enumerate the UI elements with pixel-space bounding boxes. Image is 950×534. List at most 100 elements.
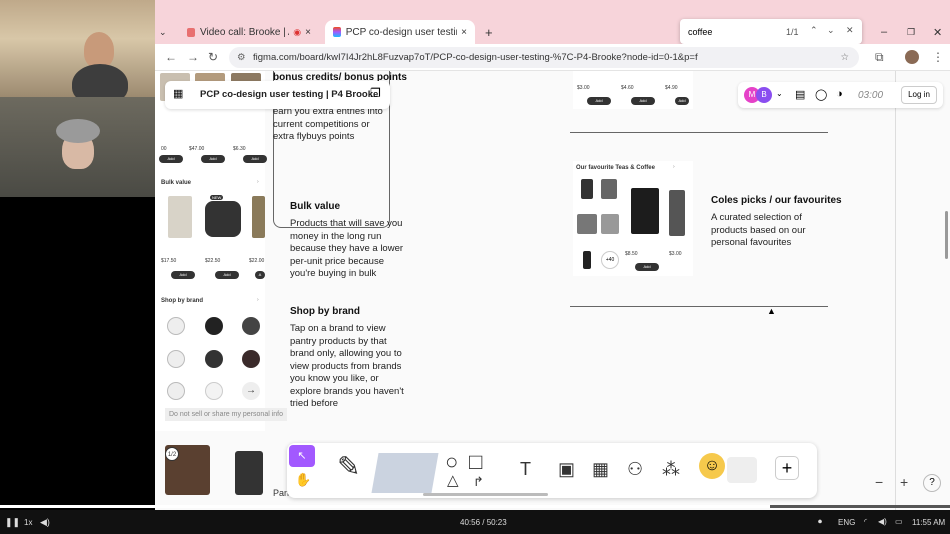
emoji-widget-icon[interactable]: ☺ bbox=[699, 453, 725, 479]
text-tool-icon[interactable]: T bbox=[520, 460, 531, 478]
arrow-right-icon[interactable]: → bbox=[242, 382, 260, 400]
brand-logo[interactable] bbox=[205, 382, 223, 400]
add-button[interactable]: Add bbox=[243, 155, 267, 163]
price: $22.00 bbox=[249, 258, 265, 264]
more-tools-icon[interactable]: ⁂ bbox=[662, 460, 680, 478]
comment-icon[interactable]: ◯ bbox=[815, 88, 827, 101]
table-tool-icon[interactable]: ▦ bbox=[592, 460, 609, 478]
pages-icon[interactable]: ❐ bbox=[370, 86, 381, 100]
forward-icon[interactable]: → bbox=[187, 51, 199, 63]
close-tab-icon[interactable]: × bbox=[305, 27, 311, 38]
add-icon[interactable]: + bbox=[775, 456, 799, 480]
new-tab-button[interactable]: + bbox=[477, 20, 501, 44]
zoom-out-icon[interactable]: − bbox=[875, 474, 883, 490]
brand-logo[interactable] bbox=[205, 350, 223, 368]
brand-logo[interactable] bbox=[167, 382, 185, 400]
stamp-tool-icon[interactable]: ⚇ bbox=[627, 460, 643, 478]
select-tool-icon[interactable]: ↖ bbox=[289, 445, 315, 467]
help-icon[interactable]: ? bbox=[923, 474, 941, 492]
address-bar[interactable]: ⚙ figma.com/board/kwI7I4Jr2hL8Fuzvap7oT/… bbox=[229, 47, 859, 68]
brand-logo[interactable] bbox=[167, 350, 185, 368]
section-tool-icon[interactable]: ▣ bbox=[558, 460, 575, 478]
shape-circle-icon[interactable]: ○ bbox=[445, 451, 458, 473]
tab-label: Video call: Brooke | Askable bbox=[200, 26, 289, 38]
hand-tool-icon[interactable]: ✋ bbox=[295, 473, 311, 486]
find-input[interactable]: coffee bbox=[688, 27, 712, 37]
canvas-scrollbar[interactable] bbox=[945, 211, 948, 259]
timer-icon[interactable]: ◑ bbox=[836, 88, 843, 100]
privacy-note[interactable]: Do not sell or share my personal info bbox=[165, 408, 287, 421]
login-button[interactable]: Log in bbox=[901, 86, 937, 104]
product-image bbox=[583, 251, 591, 269]
add-button[interactable]: Add bbox=[215, 271, 239, 279]
find-next-icon[interactable]: ⌄ bbox=[827, 25, 835, 36]
zoom-in-icon[interactable]: + bbox=[900, 474, 908, 490]
close-tab-icon[interactable]: × bbox=[461, 27, 467, 38]
figma-canvas[interactable]: 00 $47.00 $6.30 Add Add Add Bulk value ›… bbox=[155, 71, 950, 510]
add-button[interactable]: Add bbox=[675, 97, 689, 105]
add-button[interactable]: Add bbox=[587, 97, 611, 105]
section-body: A curated selection of products based on… bbox=[711, 212, 806, 248]
back-icon[interactable]: ← bbox=[165, 51, 177, 63]
recording-icon: ◉ bbox=[293, 26, 302, 37]
add-button[interactable]: Add bbox=[159, 155, 183, 163]
shape-triangle-icon[interactable]: △ bbox=[447, 473, 459, 488]
more-products-badge[interactable]: +40 bbox=[601, 251, 619, 269]
profile-avatar[interactable] bbox=[905, 50, 919, 64]
zoom-badge: 1/2 bbox=[165, 447, 179, 461]
speed-button[interactable]: 1x bbox=[24, 518, 32, 527]
product-image bbox=[168, 196, 192, 238]
brand-logo[interactable] bbox=[167, 317, 185, 335]
battery-icon: ▭ bbox=[895, 517, 903, 526]
brand-logo[interactable] bbox=[242, 350, 260, 368]
find-previous-icon[interactable]: ⌃ bbox=[810, 25, 818, 36]
minimize-icon[interactable]: – bbox=[873, 20, 895, 44]
horizontal-scrollbar[interactable] bbox=[423, 493, 548, 496]
add-button[interactable]: Add bbox=[171, 271, 195, 279]
divider bbox=[570, 132, 828, 133]
menu-icon[interactable]: ⋮ bbox=[932, 51, 944, 63]
add-button[interactable]: Add bbox=[631, 97, 655, 105]
reload-icon[interactable]: ↻ bbox=[208, 51, 218, 63]
shape-square-icon[interactable]: □ bbox=[469, 451, 482, 473]
tab-search-icon[interactable]: ⌄ bbox=[159, 20, 173, 44]
file-title[interactable]: PCP co-design user testing | P4 Brooke bbox=[200, 89, 378, 100]
chevron-down-icon[interactable]: ⌄ bbox=[776, 89, 783, 98]
chevron-right-icon[interactable]: › bbox=[257, 179, 259, 185]
timer[interactable]: 03:00 bbox=[858, 90, 883, 101]
maximize-icon[interactable]: ❐ bbox=[899, 20, 923, 44]
tab-video-call[interactable]: Video call: Brooke | Askable ◉ × bbox=[179, 20, 319, 44]
price: $8.50 bbox=[625, 251, 638, 257]
figma-menu-icon[interactable]: ▦ bbox=[173, 87, 183, 100]
section-title: Our favourite Teas & Coffee bbox=[576, 165, 655, 171]
connector-icon[interactable]: ↱ bbox=[473, 475, 484, 488]
tab-figma[interactable]: PCP co-design user testing | P4 × bbox=[325, 20, 475, 44]
chevron-right-icon[interactable]: › bbox=[673, 164, 675, 170]
brand-logo[interactable] bbox=[242, 317, 260, 335]
pen-tool-icon[interactable]: ✎ bbox=[337, 453, 360, 481]
close-window-icon[interactable]: ✕ bbox=[925, 20, 950, 44]
brand-logo[interactable] bbox=[205, 317, 223, 335]
site-info-icon[interactable]: ⚙ bbox=[237, 47, 246, 68]
price: $47.00 bbox=[189, 146, 205, 152]
add-button[interactable]: A bbox=[255, 271, 265, 279]
wifi-icon[interactable]: ◜ bbox=[864, 517, 867, 526]
bookmark-icon[interactable]: ☆ bbox=[840, 47, 849, 68]
add-button[interactable]: Add bbox=[201, 155, 225, 163]
product-image bbox=[577, 214, 597, 234]
layout-icon[interactable]: ▤ bbox=[795, 88, 805, 101]
extensions-icon[interactable]: ⧉ bbox=[875, 51, 884, 63]
find-close-icon[interactable]: ✕ bbox=[846, 25, 854, 36]
language-indicator[interactable]: ENG bbox=[838, 518, 855, 527]
speaker-icon[interactable]: ◀) bbox=[878, 517, 887, 526]
add-button[interactable]: Add bbox=[635, 263, 659, 271]
volume-icon[interactable]: ◀) bbox=[40, 517, 50, 528]
price: $3.00 bbox=[669, 251, 682, 257]
widgets-icon[interactable] bbox=[727, 457, 757, 483]
price: 00 bbox=[161, 146, 167, 152]
chevron-right-icon[interactable]: › bbox=[257, 297, 259, 303]
avatar[interactable]: B bbox=[756, 87, 772, 103]
mic-icon[interactable]: ⏺ bbox=[818, 517, 822, 527]
sticky-note-tool-icon[interactable] bbox=[371, 453, 439, 493]
pause-icon[interactable]: ❚❚ bbox=[5, 517, 20, 528]
